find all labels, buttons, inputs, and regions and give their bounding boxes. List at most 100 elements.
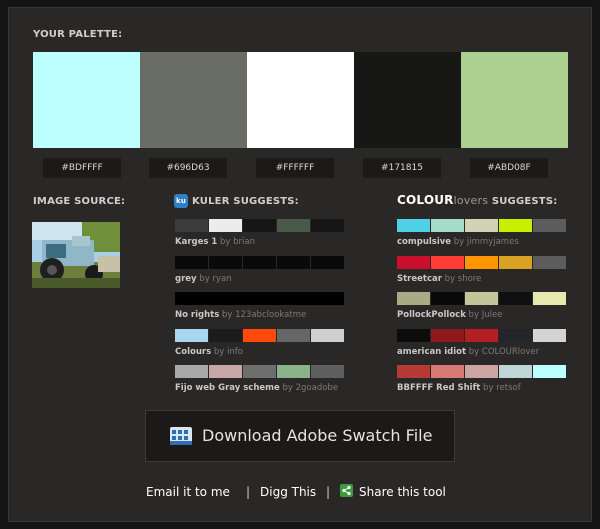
link-separator-2: |: [326, 485, 331, 499]
colourlovers-color-chip: [465, 365, 498, 378]
kuler-palette-name: Fijo web Gray scheme: [175, 383, 280, 393]
colourlovers-palette-name: compulsive: [397, 237, 452, 247]
colourlovers-color-chip: [431, 219, 464, 232]
kuler-author: 123abclookatme: [235, 310, 307, 320]
colourlovers-heading-suffix: SUGGESTS:: [488, 196, 558, 207]
digg-link[interactable]: Digg This: [260, 485, 316, 499]
colourlovers-item-label[interactable]: compulsive by jimmyjames: [397, 237, 519, 247]
kuler-color-chip: [311, 255, 344, 269]
kuler-item-label[interactable]: Fijo web Gray scheme by 2goadobe: [175, 383, 338, 393]
palette-swatch-5[interactable]: [461, 52, 568, 148]
kuler-color-chip: [175, 219, 208, 232]
kuler-color-chip: [209, 219, 242, 232]
colourlovers-color-chip: [431, 328, 464, 342]
kuler-item-label[interactable]: Colours by info: [175, 347, 243, 357]
colourlovers-color-chip: [499, 219, 532, 232]
colourlovers-author: retsof: [496, 383, 521, 393]
kuler-strip-5[interactable]: [175, 365, 344, 378]
kuler-color-chip: [277, 219, 310, 232]
kuler-brand: KULER: [192, 196, 230, 207]
colourlovers-author: jimmyjames: [466, 237, 519, 247]
kuler-color-chip: [175, 292, 344, 305]
kuler-color-chip: [243, 255, 276, 269]
colourlovers-color-chip: [431, 292, 464, 305]
colourlovers-strip-2[interactable]: [397, 255, 566, 269]
colourlovers-color-chip: [499, 328, 532, 342]
kuler-color-chip: [243, 328, 276, 342]
share-icon[interactable]: [340, 484, 353, 497]
hex-label-3: #FFFFFF: [256, 158, 334, 178]
kuler-color-chip: [175, 255, 208, 269]
palette-heading: YOUR PALETTE:: [33, 29, 123, 40]
kuler-item-label[interactable]: Karges 1 by brian: [175, 237, 255, 247]
kuler-palette-name: grey: [175, 273, 197, 284]
colourlovers-item-label[interactable]: BBFFFF Red Shift by retsof: [397, 383, 521, 393]
swatch-file-icon: [170, 427, 192, 445]
colourlovers-color-chip: [397, 328, 430, 342]
colourlovers-color-chip: [465, 328, 498, 342]
kuler-by-text: by: [219, 310, 236, 320]
link-separator-1: |: [246, 485, 251, 499]
kuler-author: info: [226, 346, 243, 357]
tractor-photo: [32, 222, 120, 288]
colourlovers-palette-name: BBFFFF Red Shift: [397, 383, 481, 393]
kuler-strip-1[interactable]: [175, 219, 344, 232]
colourlovers-color-chip: [499, 292, 532, 305]
kuler-author: ryan: [212, 273, 232, 284]
kuler-item-label[interactable]: grey by ryan: [175, 274, 232, 284]
kuler-color-chip: [209, 328, 242, 342]
colourlovers-item-label[interactable]: american idiot by COLOURlover: [397, 347, 539, 357]
colourlovers-strip-4[interactable]: [397, 328, 566, 342]
colourlovers-color-chip: [431, 255, 464, 269]
colourlovers-author: COLOURlover: [481, 346, 540, 357]
palette-swatch-2[interactable]: [140, 52, 247, 148]
colourlovers-by-text: by: [480, 383, 497, 393]
kuler-color-chip: [209, 255, 242, 269]
colourlovers-strip-5[interactable]: [397, 365, 566, 378]
kuler-author: brian: [233, 237, 255, 247]
colourlovers-brand-sub: lovers: [453, 194, 489, 207]
colourlovers-color-chip: [397, 365, 430, 378]
kuler-item-label[interactable]: No rights by 123abclookatme: [175, 310, 306, 320]
kuler-palette-name: No rights: [175, 310, 220, 320]
kuler-color-chip: [175, 328, 208, 342]
kuler-heading-suffix: SUGGESTS:: [229, 196, 299, 207]
colourlovers-author: Julee: [481, 310, 503, 320]
kuler-color-chip: [243, 365, 276, 378]
palette-swatch-1[interactable]: [33, 52, 140, 148]
colourlovers-color-chip: [533, 365, 566, 378]
hex-label-5: #ABD08F: [470, 158, 548, 178]
source-image-thumbnail[interactable]: [32, 222, 120, 288]
kuler-color-chip: [311, 219, 344, 232]
download-swatch-button[interactable]: Download Adobe Swatch File: [145, 410, 455, 462]
colourlovers-item-label[interactable]: PollockPollock by Julee: [397, 310, 502, 320]
kuler-author: 2goadobe: [295, 383, 339, 393]
colourlovers-color-chip: [397, 219, 430, 232]
share-link[interactable]: Share this tool: [359, 485, 446, 499]
hex-label-1: #BDFFFF: [43, 158, 121, 178]
palette-swatch-3[interactable]: [247, 52, 354, 148]
colourlovers-palette-name: PollockPollock: [397, 310, 466, 320]
colourlovers-color-chip: [533, 255, 566, 269]
colourlovers-strip-3[interactable]: [397, 292, 566, 305]
kuler-strip-4[interactable]: [175, 328, 344, 342]
email-link[interactable]: Email it to me: [146, 485, 230, 499]
colourlovers-color-chip: [397, 255, 430, 269]
palette-swatch-4[interactable]: [354, 52, 461, 148]
colourlovers-strip-1[interactable]: [397, 219, 566, 232]
colourlovers-by-text: by: [441, 273, 458, 284]
hex-label-4: #171815: [363, 158, 441, 178]
colourlovers-color-chip: [431, 365, 464, 378]
kuler-by-text: by: [196, 273, 213, 284]
kuler-color-chip: [277, 365, 310, 378]
colourlovers-color-chip: [533, 328, 566, 342]
colourlovers-color-chip: [465, 292, 498, 305]
colourlovers-color-chip: [499, 255, 532, 269]
colourlovers-item-label[interactable]: Streetcar by shore: [397, 274, 481, 284]
kuler-color-chip: [277, 255, 310, 269]
colourlovers-color-chip: [533, 219, 566, 232]
colourlovers-by-text: by: [465, 310, 482, 320]
kuler-strip-3[interactable]: [175, 292, 344, 305]
kuler-color-chip: [175, 365, 208, 378]
kuler-strip-2[interactable]: [175, 255, 344, 269]
